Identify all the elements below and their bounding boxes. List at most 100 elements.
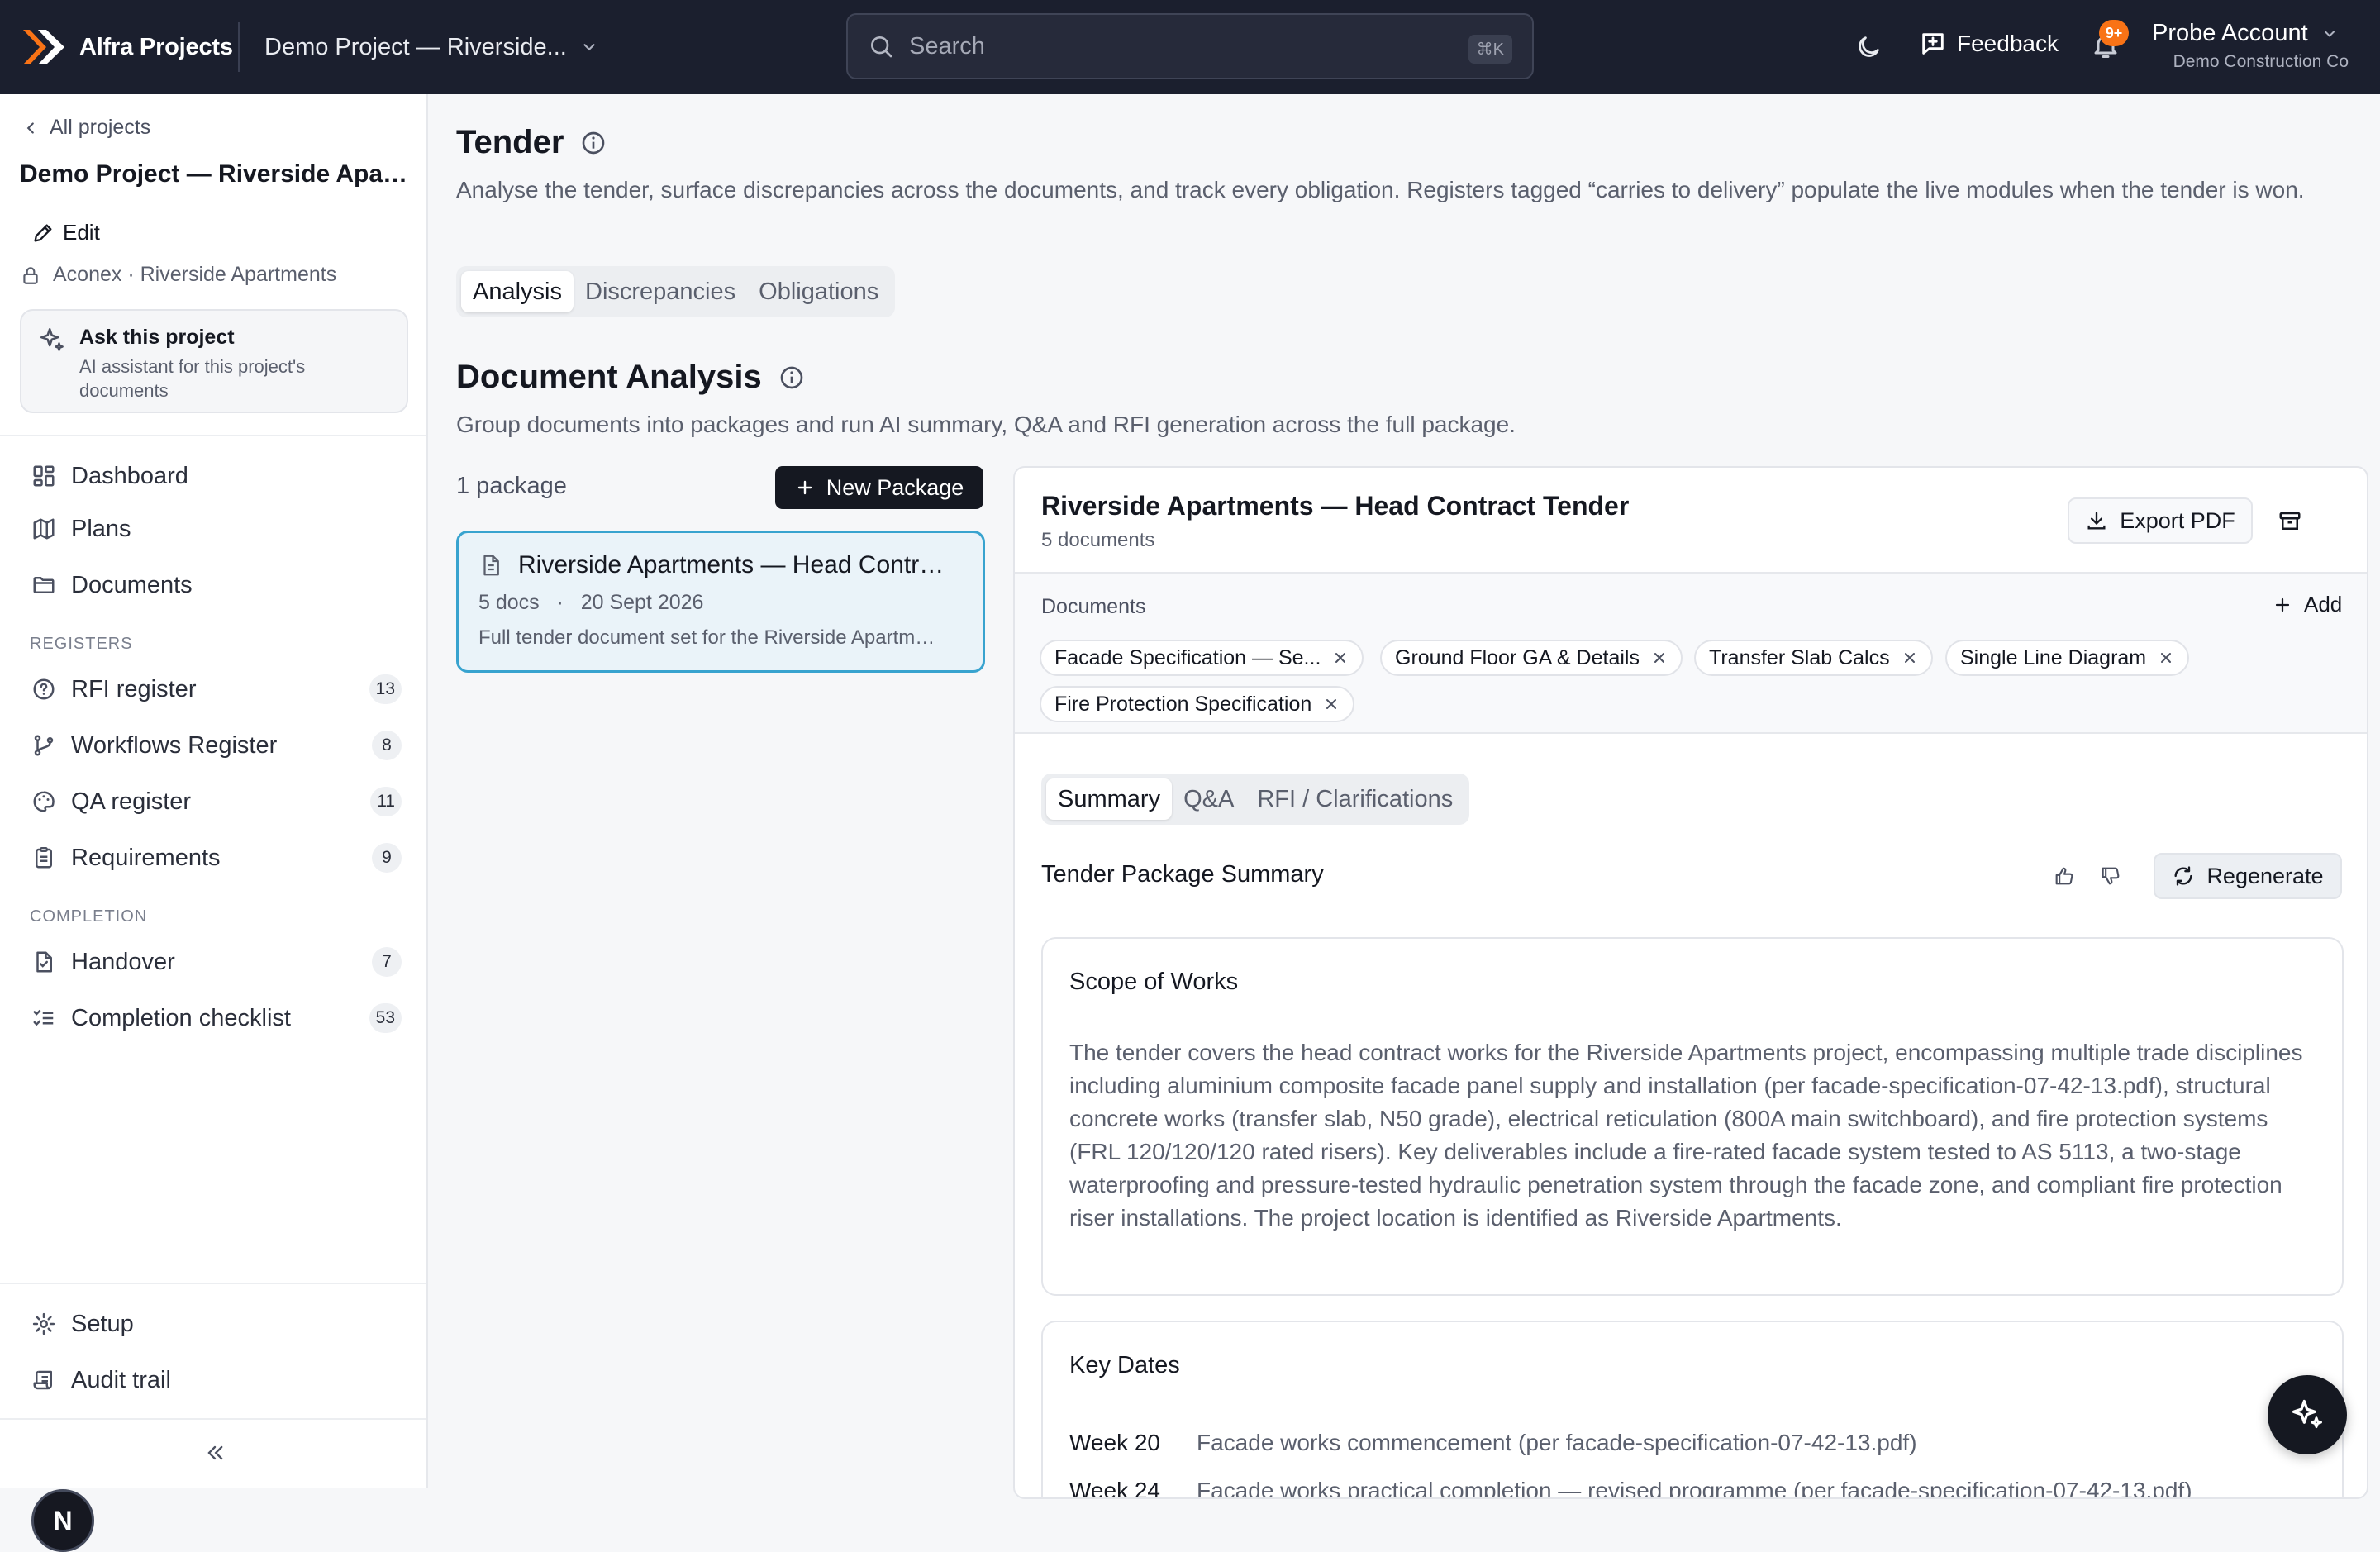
edit-project-button[interactable]: Edit — [31, 220, 100, 245]
brand-name: Alfra Projects — [79, 33, 233, 60]
sidebar-item-rfi-register[interactable]: RFI register 13 — [31, 666, 402, 712]
sidebar-item-dashboard[interactable]: Dashboard — [31, 453, 402, 499]
tab-analysis[interactable]: Analysis — [461, 271, 574, 312]
all-projects-link[interactable]: All projects — [21, 116, 150, 140]
brand[interactable]: Alfra Projects — [0, 0, 238, 94]
regenerate-button[interactable]: Regenerate — [2154, 853, 2342, 899]
scope-body: The tender covers the head contract work… — [1069, 1040, 2303, 1231]
thumbs-down-icon[interactable] — [2099, 864, 2122, 888]
document-chip[interactable]: Ground Floor GA & Details — [1380, 640, 1683, 676]
close-icon[interactable] — [1332, 650, 1349, 666]
sidebar-item-label: RFI register — [71, 675, 197, 702]
sidebar-item-qa-register[interactable]: QA register 11 — [31, 778, 402, 825]
all-projects-label: All projects — [50, 116, 151, 139]
count-badge: 11 — [370, 787, 402, 816]
document-chip-label: Ground Floor GA & Details — [1395, 645, 1640, 669]
sidebar-project-name: Demo Project — Riverside Apartments — [20, 160, 408, 188]
package-name: Riverside Apartments — Head Contract Ten… — [518, 551, 948, 578]
sparkles-icon — [2292, 1399, 2322, 1429]
main-content: Tender Analyse the tender, surface discr… — [428, 94, 2380, 1499]
sidebar-item-documents[interactable]: Documents — [31, 562, 402, 608]
tab-qa[interactable]: Q&A — [1172, 778, 1245, 820]
divider — [0, 1418, 426, 1420]
pencil-icon — [34, 224, 52, 241]
sidebar-item-label: Requirements — [71, 844, 221, 871]
sidebar-item-handover[interactable]: Handover 7 — [31, 939, 402, 985]
sidebar-item-requirements[interactable]: Requirements 9 — [31, 835, 402, 881]
sidebar-item-audit-trail[interactable]: Audit trail — [31, 1357, 402, 1403]
package-date: 20 Sept 2026 — [580, 591, 704, 614]
feedback-button[interactable]: Feedback — [1919, 30, 2059, 58]
chevron-down-icon — [2324, 31, 2335, 37]
export-pdf-label: Export PDF — [2120, 507, 2235, 533]
dashboard-icon — [33, 465, 55, 487]
document-chip[interactable]: Fire Protection Specification — [1040, 686, 1355, 722]
sidebar-item-completion-checklist[interactable]: Completion checklist 53 — [31, 995, 402, 1041]
sidebar-item-setup[interactable]: Setup — [31, 1301, 402, 1347]
avatar[interactable]: N — [31, 1489, 94, 1552]
list-checks-icon — [33, 1010, 54, 1026]
collapse-sidebar-icon[interactable] — [203, 1441, 226, 1464]
ai-assistant-button[interactable] — [2268, 1375, 2347, 1454]
file-check-icon — [36, 951, 52, 973]
close-icon[interactable] — [1902, 650, 1918, 666]
count-badge: 53 — [369, 1003, 402, 1033]
new-package-label: New Package — [826, 474, 964, 500]
key-dates-card: Key Dates Week 20 Facade works commencem… — [1041, 1321, 2344, 1497]
thumbs-up-icon[interactable] — [2053, 864, 2076, 888]
registers-heading: REGISTERS — [30, 635, 133, 653]
document-chip-label: Facade Specification — Se... — [1054, 645, 1321, 669]
account-menu[interactable]: Probe Account Demo Construction Co — [2152, 20, 2367, 72]
sidebar-item-plans[interactable]: Plans — [31, 506, 402, 552]
package-doc-count: 5 docs — [478, 591, 540, 614]
section-title: Document Analysis — [456, 359, 805, 396]
folder-icon — [33, 577, 55, 593]
file-text-icon — [483, 555, 499, 576]
document-chip-label: Single Line Diagram — [1960, 645, 2147, 669]
tab-discrepancies[interactable]: Discrepancies — [574, 271, 747, 312]
archive-icon[interactable] — [2278, 509, 2302, 534]
tab-summary[interactable]: Summary — [1046, 778, 1173, 820]
tab-obligations[interactable]: Obligations — [747, 271, 890, 312]
documents-area: Documents Add Facade Specification — Se.… — [1015, 574, 2367, 734]
export-pdf-button[interactable]: Export PDF — [2068, 497, 2253, 544]
new-package-button[interactable]: New Package — [775, 466, 983, 509]
separator: · — [545, 591, 575, 614]
divider — [0, 1283, 426, 1284]
info-icon[interactable] — [580, 130, 607, 156]
list-item: Week 24 Facade works practical completio… — [1069, 1478, 2192, 1497]
git-branch-icon — [34, 735, 54, 756]
sidebar-item-label: Dashboard — [71, 462, 188, 489]
ask-project-card[interactable]: Ask this project AI assistant for this p… — [20, 309, 408, 413]
close-icon[interactable] — [2158, 650, 2174, 666]
moon-icon[interactable] — [1854, 33, 1883, 61]
info-icon[interactable] — [778, 364, 805, 391]
panel-title: Riverside Apartments — Head Contract Ten… — [1041, 491, 1630, 521]
tender-tabs: Analysis Discrepancies Obligations — [456, 266, 896, 317]
feedback-label: Feedback — [1957, 31, 2059, 56]
page-description: Analyse the tender, surface discrepancie… — [456, 177, 2305, 202]
scope-title: Scope of Works — [1069, 969, 1239, 995]
document-chip[interactable]: Single Line Diagram — [1945, 640, 2190, 676]
close-icon[interactable] — [1323, 696, 1340, 712]
package-card[interactable]: Riverside Apartments — Head Contract Ten… — [456, 531, 985, 673]
add-document-button[interactable]: Add — [2273, 592, 2342, 617]
sidebar-item-workflows-register[interactable]: Workflows Register 8 — [31, 722, 402, 769]
account-org: Demo Construction Co — [2173, 52, 2349, 71]
completion-heading: COMPLETION — [30, 907, 148, 926]
document-chip[interactable]: Facade Specification — Se... — [1040, 640, 1364, 676]
search-input[interactable]: Search ⌘K — [846, 13, 1534, 79]
close-icon[interactable] — [1651, 650, 1668, 666]
sidebar-item-label: Workflows Register — [71, 731, 278, 759]
project-switcher[interactable]: Demo Project — Riverside... — [240, 0, 598, 94]
tab-rfi-clarifications[interactable]: RFI / Clarifications — [1245, 778, 1464, 820]
summary-title: Tender Package Summary — [1041, 861, 1324, 888]
palette-icon — [33, 791, 55, 812]
plus-icon — [797, 480, 812, 495]
scroll-icon — [33, 1370, 52, 1390]
document-chip[interactable]: Transfer Slab Calcs — [1694, 640, 1933, 676]
date-text: Facade works commencement (per facade-sp… — [1197, 1430, 1917, 1455]
search-placeholder: Search — [909, 32, 985, 60]
scope-card: Scope of Works The tender covers the hea… — [1041, 937, 2344, 1296]
ask-project-title: Ask this project — [79, 326, 235, 349]
